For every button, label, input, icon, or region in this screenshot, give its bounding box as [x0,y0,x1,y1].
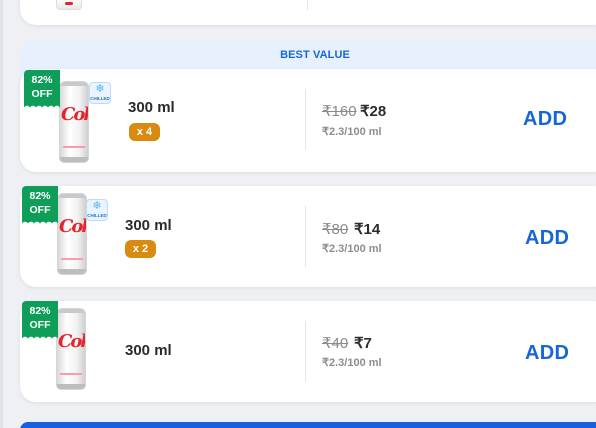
product-card-previous[interactable] [20,0,596,25]
discount-off-label: OFF [29,204,51,216]
product-quantity: 300 ml [125,342,172,359]
product-card-single[interactable]: Coke 82% OFF 300 ml ₹40 ₹7 ₹2.3/100 ml A… [20,301,596,402]
card-divider [305,206,306,267]
brand-logo-text: Coke [61,104,88,125]
discount-percent: 82% [29,305,51,317]
best-value-label: BEST VALUE [280,49,350,61]
card-divider [305,89,306,150]
discount-off-label: OFF [31,88,53,100]
selling-price: ₹28 [360,103,387,120]
ice-cube-icon: ❄ [92,200,102,212]
add-button[interactable]: ADD [525,342,569,365]
ice-cube-icon: ❄ [95,83,105,95]
unit-price: ₹2.3/100 ml [322,357,382,369]
product-can-image: Coke [57,193,87,275]
discount-percent: 82% [31,74,53,86]
selling-price: ₹7 [354,335,372,352]
unit-price: ₹2.3/100 ml [322,243,382,255]
mrp-price: ₹160 [322,103,357,120]
chilled-label: CHILLED [87,213,107,218]
chilled-icon: ❄ CHILLED [89,82,111,104]
selling-price: ₹14 [354,221,381,238]
discount-badge: 82% OFF [22,186,58,225]
product-quantity: 300 ml [125,217,172,234]
discount-percent: 82% [29,190,51,202]
pack-count-badge: x 4 [129,123,160,141]
product-can-image: Coke [59,81,89,163]
card-divider [305,321,306,382]
product-can-image [56,0,82,10]
mrp-price: ₹40 [322,335,349,352]
add-button[interactable]: ADD [525,227,569,250]
chilled-icon: ❄ CHILLED [86,199,108,221]
discount-badge: 82% OFF [24,70,60,109]
product-can-image: Coke [56,308,86,390]
card-divider [307,0,308,10]
brand-logo-text: Coke [59,216,86,237]
bottom-cart-bar[interactable] [20,422,596,428]
add-button[interactable]: ADD [523,108,567,131]
discount-off-label: OFF [29,319,51,331]
product-quantity: 300 ml [128,99,175,116]
mrp-price: ₹80 [322,221,349,238]
product-card-pack-2[interactable]: Coke 82% OFF ❄ CHILLED 300 ml x 2 ₹80 ₹1… [20,186,596,287]
unit-price: ₹2.3/100 ml [322,126,382,138]
product-card-pack-4[interactable]: Coke 82% OFF ❄ CHILLED 300 ml x 4 ₹160 ₹… [20,69,596,172]
chilled-label: CHILLED [90,96,110,101]
brand-logo-text: Coke [58,331,85,352]
discount-badge: 82% OFF [22,301,58,340]
pack-count-badge: x 2 [125,240,156,258]
page-left-border [0,0,3,428]
